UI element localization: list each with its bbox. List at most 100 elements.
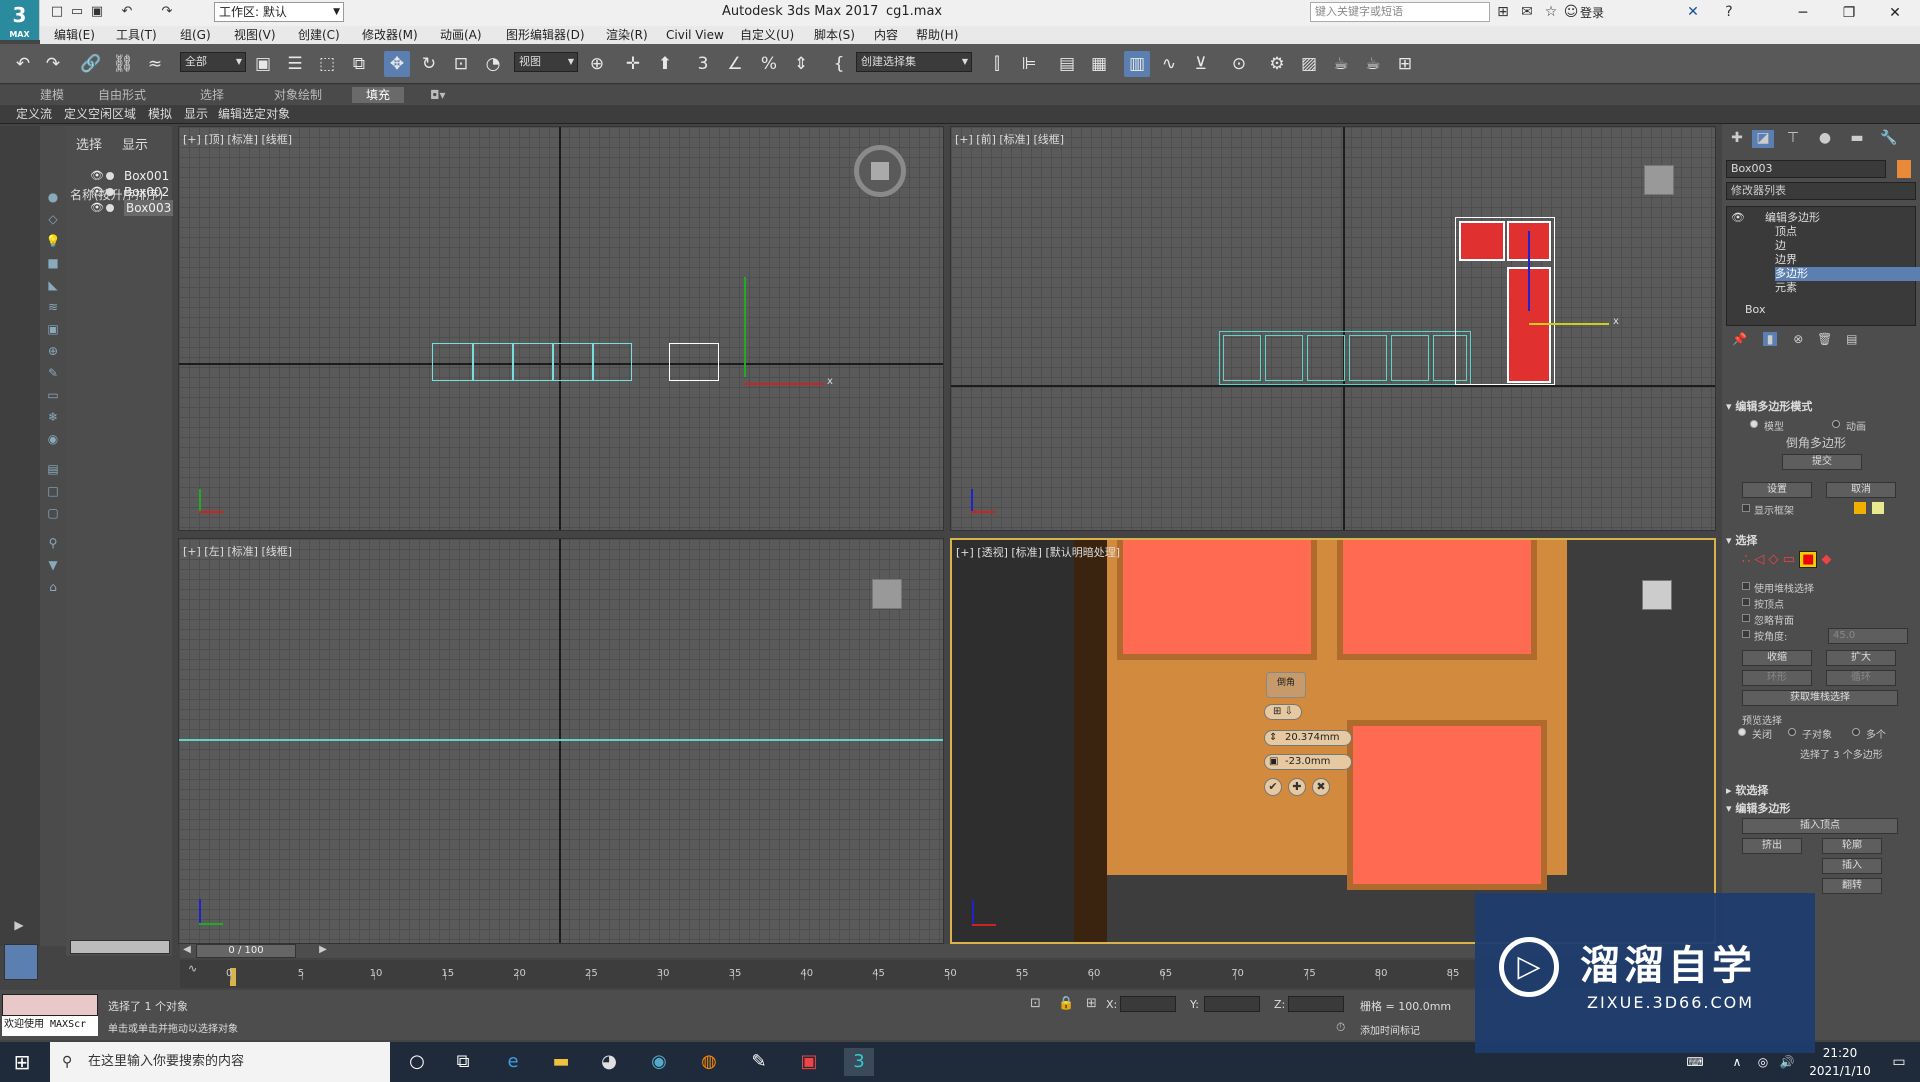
display-containers-icon[interactable]: ▭ [43, 386, 63, 404]
viewport-top[interactable]: [+] [顶] [标准] [线框] x [178, 126, 944, 531]
exchange-icon[interactable]: ✕ [1684, 3, 1702, 21]
save-icon[interactable]: ▣ [88, 3, 106, 21]
outline-button[interactable]: 轮廓 [1822, 838, 1882, 854]
cage-color-swatch[interactable] [1854, 502, 1866, 514]
define-flows[interactable]: 定义流 [16, 106, 52, 122]
cancel-x-icon[interactable]: ✖ [1312, 778, 1330, 796]
by-angle-checkbox[interactable] [1742, 630, 1750, 638]
snaps-toggle-icon[interactable]: 3 [690, 51, 716, 77]
next-frame-icon[interactable]: ▶ [316, 944, 330, 958]
viewport-perspective[interactable]: [+] [透视] [标准] [默认明暗处理] 倒角 ⊞ ⇩ ⇕ 20.374mm … [950, 538, 1716, 944]
preview-subobj-radio[interactable] [1788, 728, 1796, 736]
simulate[interactable]: 模拟 [148, 106, 172, 122]
absolute-mode-icon[interactable]: ⊞ [1086, 996, 1097, 1011]
cortana-icon[interactable]: ○ [402, 1048, 432, 1076]
inset-button[interactable]: 插入 [1822, 858, 1882, 874]
x-coord-field[interactable] [1120, 996, 1176, 1012]
stack-item-edge[interactable]: 边 [1775, 239, 1786, 253]
redo-icon[interactable]: ↷ [40, 51, 66, 77]
ribbon-options-icon[interactable]: ◘▾ [430, 87, 446, 103]
keyboard-shortcut-icon[interactable]: ⬆ [652, 51, 678, 77]
explorer-row-box003[interactable]: 👁 Box003 [70, 200, 174, 216]
eye-icon[interactable]: 👁 [90, 168, 104, 184]
user-icon[interactable]: ☺ [1562, 3, 1580, 21]
rollout-selection[interactable]: ▾ 选择 [1726, 532, 1914, 548]
object-name-field[interactable]: Box003 [1726, 160, 1886, 178]
add-time-tag[interactable]: 添加时间标记 [1360, 1022, 1420, 1037]
3dsmax-taskbar-icon[interactable]: 3 [844, 1048, 874, 1076]
time-slider-thumb[interactable]: 0 / 100 [196, 944, 296, 958]
paint-icon[interactable]: ✎ [744, 1048, 774, 1076]
display-groups-icon[interactable]: ▣ [43, 320, 63, 338]
curve-editor-icon[interactable]: ∿ [1156, 51, 1182, 77]
display-geometry-icon[interactable]: ● [43, 188, 63, 206]
display-invert-icon[interactable]: ▢ [43, 504, 63, 522]
polygon-mode-icon[interactable]: ■ [1799, 551, 1818, 568]
notifications-icon[interactable]: ▭ [1884, 1048, 1914, 1076]
object-color-swatch[interactable] [1897, 160, 1911, 178]
media-icon[interactable]: ▣ [794, 1048, 824, 1076]
bucket-icon[interactable]: ⌂ [43, 578, 63, 596]
display-cameras-icon[interactable]: ■ [43, 254, 63, 272]
workspace-select[interactable]: 工作区: 默认 ▼ [214, 2, 344, 22]
taskbar-search-box[interactable]: ⚲ 在这里输入你要搜索的内容 [50, 1042, 390, 1082]
display-frozen-icon[interactable]: ❄ [43, 408, 63, 426]
time-tag-icon[interactable]: ⏱ [1336, 1020, 1345, 1035]
select-manipulate-icon[interactable]: ✛ [620, 51, 646, 77]
stack-item-vertex[interactable]: 顶点 [1775, 225, 1797, 239]
maxscript-listener[interactable] [2, 994, 98, 1016]
display-spacewarps-icon[interactable]: ≋ [43, 298, 63, 316]
configure-sets-icon[interactable]: ▤ [1846, 332, 1857, 346]
eye-icon[interactable]: 👁 [1731, 211, 1745, 225]
windows-start-icon[interactable]: ⊞ [10, 1050, 34, 1074]
display-helpers-icon[interactable]: ◣ [43, 276, 63, 294]
redo-icon[interactable]: ↷ [158, 3, 176, 21]
select-and-place-icon[interactable]: ◔ [480, 51, 506, 77]
viewport-layout-icon[interactable] [4, 944, 38, 980]
help-icon[interactable]: ? [1720, 3, 1738, 21]
select-by-name-icon[interactable]: ☰ [282, 51, 308, 77]
rendered-frame-icon[interactable]: ▨ [1296, 51, 1322, 77]
extrude-button[interactable]: 挤出 [1742, 838, 1802, 854]
viewcube-face[interactable] [871, 162, 889, 180]
isolate-selection-icon[interactable]: ⊡ [1030, 996, 1041, 1011]
undo-icon[interactable]: ↶ [118, 3, 136, 21]
stack-item-border[interactable]: 边界 [1775, 253, 1797, 267]
rollout-soft-selection[interactable]: ▸ 软选择 [1726, 782, 1914, 798]
ring-button[interactable]: 环形 [1742, 670, 1812, 686]
minimize-button[interactable]: ─ [1780, 0, 1826, 26]
utilities-tab-icon[interactable]: 🔧 [1878, 130, 1900, 148]
binoculars-icon[interactable]: ⊞ [1494, 3, 1512, 21]
y-coord-field[interactable] [1204, 996, 1260, 1012]
favorites-star-icon[interactable]: ☆ [1542, 3, 1560, 21]
link-icon[interactable]: 🔗 [78, 51, 104, 77]
tab-object-paint[interactable]: 对象绘制 [274, 87, 322, 103]
display-all-icon[interactable]: ▤ [43, 460, 63, 478]
menu-views[interactable]: 视图(V) [234, 27, 276, 43]
select-object-icon[interactable]: ▣ [250, 51, 276, 77]
expand-arrow-icon[interactable]: ▶ [8, 914, 30, 936]
rect-selection-icon[interactable]: ⬚ [314, 51, 340, 77]
lock-selection-icon[interactable]: 🔒 [1058, 996, 1074, 1011]
tab-selection[interactable]: 选择 [200, 87, 224, 103]
tab-modeling[interactable]: 建模 [40, 87, 64, 103]
undo-icon[interactable]: ↶ [10, 51, 36, 77]
create-tab-icon[interactable]: ✚ [1726, 130, 1748, 148]
menu-content[interactable]: 内容 [874, 27, 898, 43]
new-file-icon[interactable]: □ [48, 3, 66, 21]
stack-item-box[interactable]: Box [1745, 303, 1765, 317]
menu-tools[interactable]: 工具(T) [116, 27, 157, 43]
eye-icon[interactable]: 👁 [90, 184, 104, 200]
viewport-left-label[interactable]: [+] [左] [标准] [线框] [183, 543, 292, 559]
mode-anim-radio[interactable] [1832, 420, 1840, 428]
viewport-front-label[interactable]: [+] [前] [标准] [线框] [955, 131, 1064, 147]
named-selection-select[interactable]: 创建选择集 ▼ [856, 52, 972, 72]
unlink-icon[interactable]: ⛓ [110, 51, 136, 77]
show-cage-checkbox[interactable] [1742, 504, 1750, 512]
firefox-icon[interactable]: ◍ [694, 1048, 724, 1076]
menu-scripting[interactable]: 脚本(S) [814, 27, 855, 43]
get-stack-sel-button[interactable]: 获取堆栈选择 [1742, 690, 1898, 706]
display-bones-icon[interactable]: ✎ [43, 364, 63, 382]
insert-vertex-button[interactable]: 插入顶点 [1742, 818, 1898, 834]
modifier-list-select[interactable]: 修改器列表 [1726, 182, 1916, 200]
